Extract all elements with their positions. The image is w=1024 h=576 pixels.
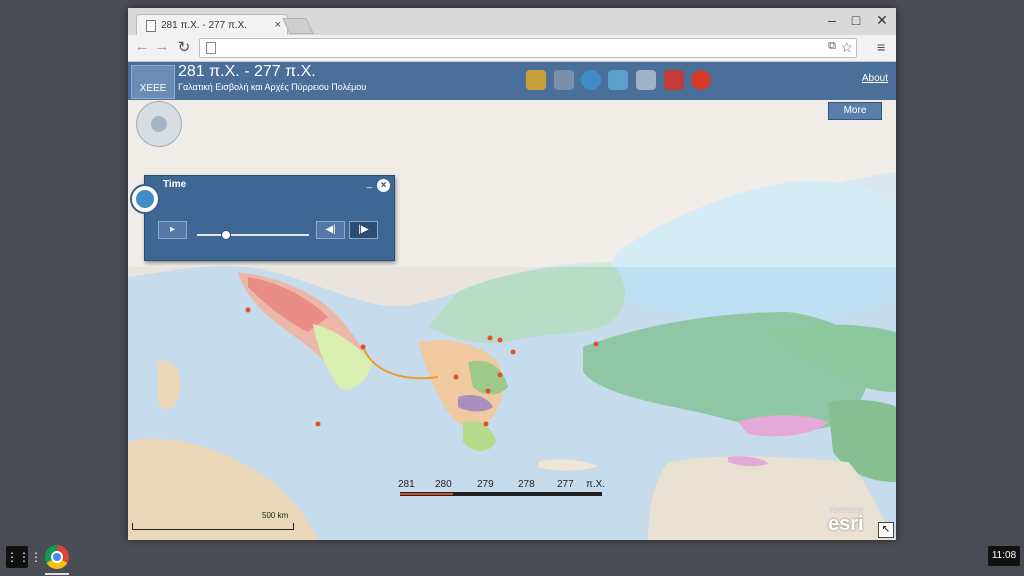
esri-logo: esri (828, 513, 864, 535)
bookmarks-tool-icon[interactable] (664, 70, 684, 90)
scale-label: 500 km (262, 511, 289, 520)
clock[interactable]: 11:08 (988, 546, 1020, 566)
app-subtitle: Γαλατική Εισβολή και Αρχές Πύρρειου Πολέ… (178, 82, 367, 92)
minimize-panel-icon[interactable]: _ (366, 178, 372, 189)
print-tool-icon[interactable] (554, 70, 574, 90)
more-button[interactable]: More (828, 102, 882, 120)
timeline-label: 281 (398, 479, 415, 490)
active-app-indicator (45, 573, 69, 575)
map-basemap (128, 62, 896, 540)
timeline-label: 280 (435, 479, 452, 490)
chrome-menu-icon[interactable]: ≡ (877, 39, 885, 55)
globe-icon[interactable] (151, 116, 167, 132)
time-slider-track[interactable] (197, 234, 309, 236)
title-bar: 281 π.Χ. - 277 π.Χ. × – □ ✕ (128, 8, 896, 36)
timeline-label: π.Χ. (586, 479, 606, 490)
address-bar[interactable]: ⧉ ☆ (199, 38, 857, 58)
minimize-button[interactable]: – (822, 12, 842, 28)
timeline-bar[interactable] (400, 492, 602, 496)
target-tool-icon[interactable] (691, 70, 711, 90)
translate-icon[interactable]: ⧉ (828, 40, 836, 53)
chrome-icon[interactable] (45, 545, 69, 569)
reload-button[interactable]: ↻ (175, 38, 193, 56)
pan-control[interactable] (136, 101, 182, 147)
app-title: 281 π.Χ. - 277 π.Χ. (178, 63, 316, 80)
timeline-progress (400, 493, 453, 495)
about-link[interactable]: About (862, 73, 888, 84)
time-panel: Time _ × ▸ ◀| |▶ (144, 175, 395, 261)
back-button[interactable]: ← (133, 38, 151, 55)
app-launcher-icon[interactable]: ⋮⋮⋮ (6, 546, 42, 568)
browser-toolbar: ← → ↻ ⧉ ☆ (128, 35, 896, 62)
app-header: XEEE 281 π.Χ. - 277 π.Χ. Γαλατική Εισβολ… (128, 62, 896, 100)
resize-icon[interactable]: ↖ (878, 522, 894, 538)
time-slider-handle[interactable] (221, 230, 231, 240)
page-icon (146, 20, 156, 32)
browser-tab[interactable]: 281 π.Χ. - 277 π.Χ. × (136, 14, 288, 36)
page-icon (206, 42, 216, 54)
time-tool-icon[interactable] (581, 70, 601, 90)
os-shelf: ⋮⋮⋮ 11:08 (0, 540, 1024, 576)
map-view[interactable] (128, 62, 896, 540)
close-window-button[interactable]: ✕ (872, 12, 892, 29)
tab-close-icon[interactable]: × (275, 15, 281, 36)
scale-bar (132, 523, 294, 530)
browser-window: 281 π.Χ. - 277 π.Χ. × – □ ✕ ← → ↻ ⧉ ☆ ≡ (128, 8, 896, 540)
step-forward-button[interactable]: |▶ (349, 221, 378, 239)
tab-title: 281 π.Χ. - 277 π.Χ. (161, 20, 248, 31)
timeline-label: 278 (518, 479, 535, 490)
step-back-button[interactable]: ◀| (316, 221, 345, 239)
forward-button[interactable]: → (153, 38, 171, 55)
app-logo: XEEE (131, 65, 175, 99)
play-button[interactable]: ▸ (158, 221, 187, 239)
legend-tool-icon[interactable] (636, 70, 656, 90)
timeline-labels: 281 280 279 278 277 π.Χ. (398, 479, 608, 493)
bookmark-star-icon[interactable]: ☆ (840, 39, 853, 56)
palette-tool-icon[interactable] (526, 70, 546, 90)
layers-tool-icon[interactable] (608, 70, 628, 90)
close-panel-icon[interactable]: × (377, 179, 390, 192)
time-panel-icon (130, 184, 160, 214)
maximize-button[interactable]: □ (846, 12, 866, 28)
time-panel-title: Time (163, 179, 187, 190)
timeline-label: 279 (477, 479, 494, 490)
timeline-label: 277 (557, 479, 574, 490)
